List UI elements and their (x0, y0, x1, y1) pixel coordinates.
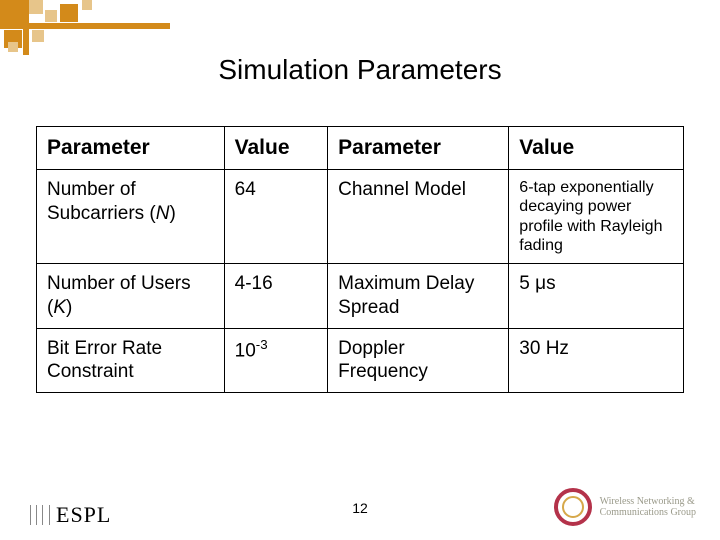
header-parameter-2: Parameter (328, 127, 509, 170)
cell-value: 64 (224, 170, 328, 264)
cell-parameter: Number of Users (K) (37, 264, 225, 329)
cell-parameter: Maximum Delay Spread (328, 264, 509, 329)
espl-text: ESPL (56, 502, 111, 528)
header-value-2: Value (509, 127, 684, 170)
header-value-1: Value (224, 127, 328, 170)
table-row: Bit Error Rate Constraint10-3Doppler Fre… (37, 328, 684, 393)
cell-value: 10-3 (224, 328, 328, 393)
cell-value: 6-tap exponentially decaying power profi… (509, 170, 684, 264)
cell-parameter: Number of Subcarriers (N) (37, 170, 225, 264)
footer-left-logo: ESPL (30, 502, 111, 528)
parameters-table: Parameter Value Parameter Value Number o… (36, 126, 684, 393)
footer-right-logo: Wireless Networking & Communications Gro… (554, 488, 696, 526)
header-parameter-1: Parameter (37, 127, 225, 170)
cell-parameter: Doppler Frequency (328, 328, 509, 393)
cell-value: 4-16 (224, 264, 328, 329)
cell-parameter: Channel Model (328, 170, 509, 264)
table-row: Number of Subcarriers (N)64Channel Model… (37, 170, 684, 264)
table-header-row: Parameter Value Parameter Value (37, 127, 684, 170)
table-row: Number of Users (K)4-16Maximum Delay Spr… (37, 264, 684, 329)
cell-parameter: Bit Error Rate Constraint (37, 328, 225, 393)
cell-value: 30 Hz (509, 328, 684, 393)
wncg-text: Wireless Networking & Communications Gro… (600, 496, 696, 518)
wncg-ring-icon (554, 488, 592, 526)
cell-value: 5 μs (509, 264, 684, 329)
espl-icon (30, 505, 50, 525)
slide-title: Simulation Parameters (0, 0, 720, 86)
